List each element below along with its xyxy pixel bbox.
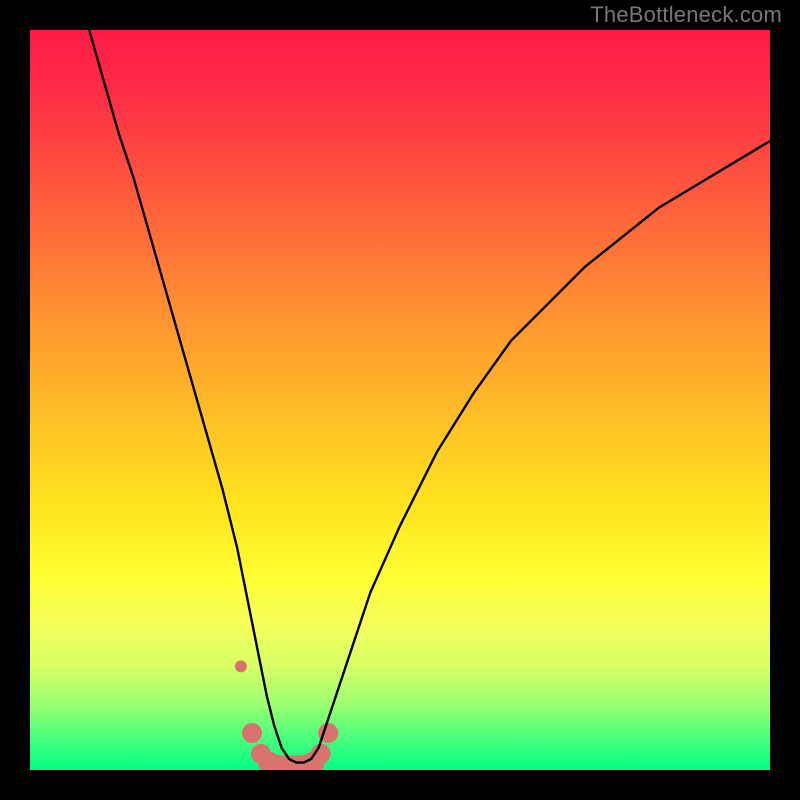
plot-area bbox=[30, 30, 770, 770]
highlight-marker bbox=[235, 660, 247, 672]
watermark-text: TheBottleneck.com bbox=[590, 2, 782, 28]
highlight-marker bbox=[242, 723, 262, 743]
bottleneck-curve bbox=[89, 30, 770, 763]
curve-layer bbox=[30, 30, 770, 770]
